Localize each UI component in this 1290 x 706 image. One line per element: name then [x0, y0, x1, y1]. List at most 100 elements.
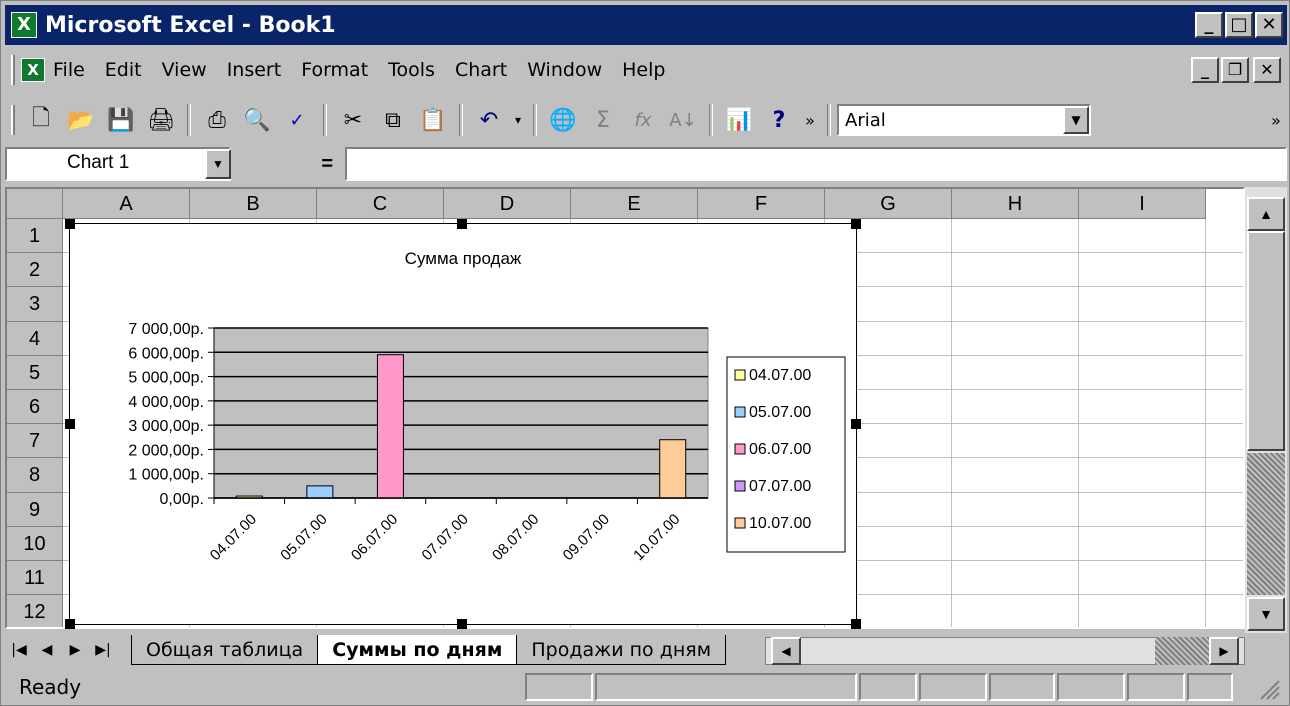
help-icon[interactable]: ? [761, 103, 797, 137]
doc-close-button[interactable]: ✕ [1253, 57, 1281, 83]
copy-icon[interactable]: ⧉ [375, 103, 411, 137]
spelling-icon[interactable]: ✓ [279, 103, 315, 137]
doc-restore-button[interactable]: ❐ [1221, 57, 1249, 83]
toolbar-separator [533, 104, 537, 136]
sheet-tab-general[interactable]: Общая таблица [131, 635, 319, 665]
chart-handle-bl[interactable] [65, 619, 75, 629]
menu-file[interactable]: File [53, 59, 85, 81]
doc-minimize-button[interactable]: _ [1191, 57, 1219, 83]
row-header-1[interactable]: 1 [7, 219, 63, 254]
legend-swatch [734, 369, 746, 381]
row-header-8[interactable]: 8 [7, 458, 63, 493]
formula-input[interactable] [345, 147, 1287, 181]
toolbar-grip[interactable] [11, 105, 15, 135]
chart-handle-ml[interactable] [65, 419, 75, 429]
status-panel [1127, 673, 1185, 701]
column-header-c[interactable]: C [317, 189, 444, 219]
row-header-7[interactable]: 7 [7, 424, 63, 459]
prev-sheet-icon[interactable]: ◀ [33, 636, 61, 664]
toolbar-overflow-icon[interactable]: » [1267, 103, 1285, 137]
toolbar-separator [709, 104, 713, 136]
title-bar: X Microsoft Excel - Book1 _ □ ✕ [5, 5, 1287, 45]
menu-help[interactable]: Help [622, 59, 665, 81]
sort-ascending-icon[interactable]: A↓ [665, 103, 701, 137]
menu-edit[interactable]: Edit [105, 59, 142, 81]
last-sheet-icon[interactable]: ▶| [89, 636, 117, 664]
excel-window: X Microsoft Excel - Book1 _ □ ✕ X File E… [0, 0, 1290, 706]
minimize-button[interactable]: _ [1195, 12, 1223, 38]
menu-view[interactable]: View [162, 59, 207, 81]
font-dropdown-icon[interactable]: ▼ [1063, 106, 1089, 134]
more-buttons-icon[interactable]: » [801, 103, 819, 137]
column-header-b[interactable]: B [190, 189, 317, 219]
select-all-corner[interactable] [7, 189, 63, 219]
workbook-icon[interactable]: X [21, 58, 45, 82]
row-header-6[interactable]: 6 [7, 390, 63, 425]
scroll-down-icon[interactable]: ▼ [1247, 597, 1285, 631]
column-header-a[interactable]: A [63, 189, 190, 219]
row-header-3[interactable]: 3 [7, 287, 63, 322]
chart-handle-tl[interactable] [65, 219, 75, 229]
edit-formula-button[interactable]: = [233, 147, 343, 181]
hyperlink-icon[interactable]: 🌐 [545, 103, 581, 137]
font-name-value: Arial [845, 109, 886, 131]
vertical-scroll-thumb[interactable] [1247, 231, 1285, 451]
row-header-12[interactable]: 12 [7, 595, 63, 627]
row-header-10[interactable]: 10 [7, 526, 63, 561]
paste-icon[interactable]: 📋 [415, 103, 451, 137]
menu-chart[interactable]: Chart [455, 59, 507, 81]
column-header-d[interactable]: D [444, 189, 571, 219]
save-icon[interactable]: 💾 [103, 103, 139, 137]
hscroll-track-shaded[interactable] [1155, 637, 1209, 665]
row-header-11[interactable]: 11 [7, 561, 63, 596]
menu-grip[interactable] [11, 55, 15, 85]
menu-format[interactable]: Format [301, 59, 368, 81]
row-header-5[interactable]: 5 [7, 355, 63, 390]
function-icon[interactable]: fx [625, 103, 661, 137]
print-icon[interactable]: ⎙ [199, 103, 235, 137]
excel-app-icon[interactable]: X [11, 12, 37, 38]
status-panel [525, 673, 593, 701]
column-header-f[interactable]: F [698, 189, 825, 219]
name-box-dropdown-icon[interactable]: ▼ [205, 149, 231, 179]
first-sheet-icon[interactable]: |◀ [5, 636, 33, 664]
autosum-icon[interactable]: Σ [585, 103, 621, 137]
chart-handle-br[interactable] [851, 619, 861, 629]
embedded-chart[interactable]: Сумма продаж 0,00р. 1 000,00р. 2 000,00р. 3 … [69, 223, 857, 625]
undo-dropdown-icon[interactable]: ▾ [511, 103, 525, 137]
sheet-tab-sales-by-day[interactable]: Продажи по дням [516, 635, 727, 665]
scroll-up-icon[interactable]: ▲ [1247, 197, 1285, 231]
print-preview-icon[interactable]: 🔍 [239, 103, 275, 137]
scroll-right-icon[interactable]: ▶ [1209, 637, 1239, 665]
sheet-tab-sums-by-day[interactable]: Суммы по дням [317, 635, 518, 665]
close-button[interactable]: ✕ [1255, 12, 1283, 38]
open-folder-icon[interactable]: 📂 [63, 103, 99, 137]
permission-icon[interactable]: 🖨 [143, 103, 179, 137]
scroll-track-shaded[interactable] [1247, 453, 1285, 595]
new-document-icon[interactable]: 🗋 [23, 103, 59, 137]
undo-icon[interactable]: ↶ [471, 103, 507, 137]
column-header-h[interactable]: H [952, 189, 1079, 219]
menu-insert[interactable]: Insert [227, 59, 282, 81]
column-header-i[interactable]: I [1079, 189, 1206, 219]
next-sheet-icon[interactable]: ▶ [61, 636, 89, 664]
column-header-g[interactable]: G [825, 189, 952, 219]
menu-tools[interactable]: Tools [388, 59, 435, 81]
column-header-e[interactable]: E [571, 189, 698, 219]
chart-handle-tr[interactable] [851, 219, 861, 229]
chart-wizard-icon[interactable]: 📊 [721, 103, 757, 137]
maximize-button[interactable]: □ [1225, 12, 1253, 38]
resize-grip-icon[interactable] [1257, 677, 1281, 701]
name-box[interactable]: Chart 1 [5, 147, 231, 181]
chart-handle-mr[interactable] [851, 419, 861, 429]
row-header-9[interactable]: 9 [7, 492, 63, 527]
row-header-4[interactable]: 4 [7, 321, 63, 356]
font-name-combo[interactable]: Arial ▼ [837, 104, 1091, 136]
menu-window[interactable]: Window [527, 59, 602, 81]
row-header-2[interactable]: 2 [7, 253, 63, 288]
chart-handle-tm[interactable] [457, 219, 467, 229]
chart-handle-bm[interactable] [457, 619, 467, 629]
scroll-left-icon[interactable]: ◀ [771, 637, 801, 665]
status-panel [1187, 673, 1233, 701]
cut-icon[interactable]: ✂ [335, 103, 371, 137]
